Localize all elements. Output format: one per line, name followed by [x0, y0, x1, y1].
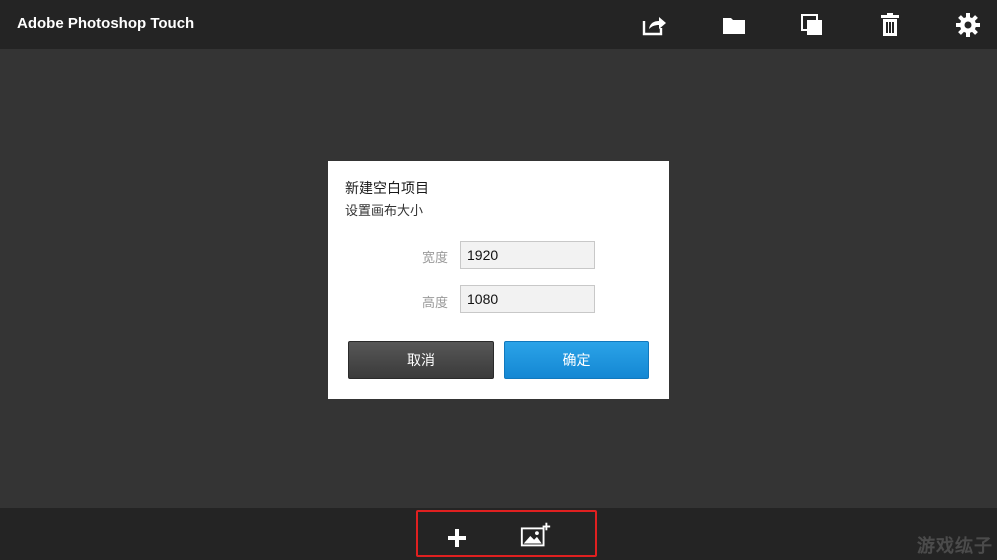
- width-input[interactable]: [460, 241, 595, 269]
- dialog-subtitle: 设置画布大小: [345, 203, 424, 218]
- app-title: Adobe Photoshop Touch: [17, 15, 195, 32]
- add-image-icon[interactable]: [519, 518, 553, 552]
- folder-icon[interactable]: [719, 10, 749, 40]
- duplicate-icon[interactable]: [797, 10, 827, 40]
- confirm-button[interactable]: 确定: [504, 341, 649, 379]
- cancel-button[interactable]: 取消: [348, 341, 494, 379]
- gear-icon[interactable]: [953, 10, 983, 40]
- dialog-title: 新建空白项目: [345, 180, 429, 196]
- watermark-text: 游戏纮子: [917, 536, 993, 557]
- height-label: 高度: [421, 295, 448, 310]
- plus-icon[interactable]: [440, 521, 474, 555]
- trash-icon[interactable]: [875, 10, 905, 40]
- share-icon[interactable]: [639, 10, 669, 40]
- width-label: 宽度: [421, 250, 448, 265]
- top-toolbar: Adobe Photoshop Touch: [0, 0, 997, 49]
- height-input[interactable]: [460, 285, 595, 313]
- new-project-dialog: 新建空白项目 设置画布大小 宽度 高度 取消 确定: [328, 161, 669, 399]
